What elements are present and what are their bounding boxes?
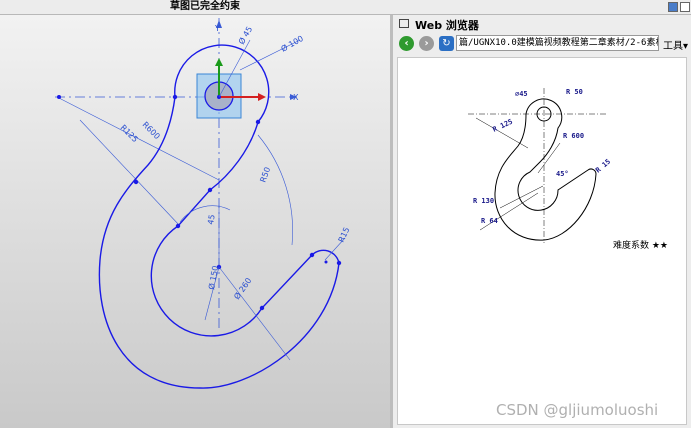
dim-r50[interactable]: R50 [258, 166, 272, 184]
watermark: CSDN @gljiumoluoshi [496, 401, 659, 419]
window-icon [399, 19, 409, 28]
title-bar: 草图已完全约束 [0, 0, 691, 15]
dim-dia45[interactable]: Ø 45 [236, 25, 254, 46]
ref-angle45: 45° [556, 170, 569, 178]
datum-csys[interactable] [196, 58, 266, 119]
tools-menu[interactable]: 工具▾ [663, 37, 688, 52]
dim-angle45[interactable]: 45 [206, 214, 217, 226]
image-viewer: ∅45 R 50 R 125 R 600 R 15 45° R 130 R 64… [397, 57, 687, 425]
difficulty-rating: 难度系数 ★★ [613, 241, 668, 251]
back-arrow-icon[interactable]: ‹ [399, 36, 414, 51]
ref-r64: R 64 [481, 217, 498, 225]
sketch-status: 草图已完全约束 [170, 1, 240, 12]
address-field[interactable]: 篇/UGNX10.0建模篇视频教程第二章素材/2-6素材/7.jpg [456, 35, 659, 51]
y-axis-label: Y [214, 24, 220, 33]
restore-icon[interactable] [668, 2, 678, 12]
browser-header: Web 浏览器 [393, 15, 691, 33]
ref-r50: R 50 [566, 88, 583, 96]
close-icon[interactable] [680, 2, 690, 12]
constraint-points [133, 94, 342, 311]
dim-r600[interactable]: R600 [141, 120, 162, 141]
ref-r600: R 600 [563, 132, 584, 140]
dim-r15[interactable]: R15 [337, 226, 352, 244]
refresh-icon[interactable]: ↻ [439, 36, 454, 51]
dim-dia150[interactable]: Ø 150 [206, 265, 220, 290]
forward-arrow-icon[interactable]: › [419, 36, 434, 51]
web-browser-panel: Web 浏览器 ‹ › ↻ 篇/UGNX10.0建模篇视频教程第二章素材/2-6… [393, 15, 691, 428]
browser-toolbar: ‹ › ↻ 篇/UGNX10.0建模篇视频教程第二章素材/2-6素材/7.jpg… [393, 33, 691, 55]
x-axis-label: X [293, 93, 299, 102]
tools-label: 工具 [663, 41, 683, 52]
sketch-canvas[interactable]: X Y Ø 45 Ø 100 R600 R125 R50 45 Ø 150 Ø … [0, 15, 390, 428]
ref-d45: ∅45 [515, 90, 528, 98]
dim-dia100[interactable]: Ø 100 [279, 33, 305, 54]
ref-r130: R 130 [473, 197, 494, 205]
browser-title: Web 浏览器 [415, 19, 479, 32]
ref-r15: R 15 [594, 158, 612, 175]
dim-r125[interactable]: R125 [119, 123, 140, 144]
ref-r125: R 125 [491, 118, 513, 134]
